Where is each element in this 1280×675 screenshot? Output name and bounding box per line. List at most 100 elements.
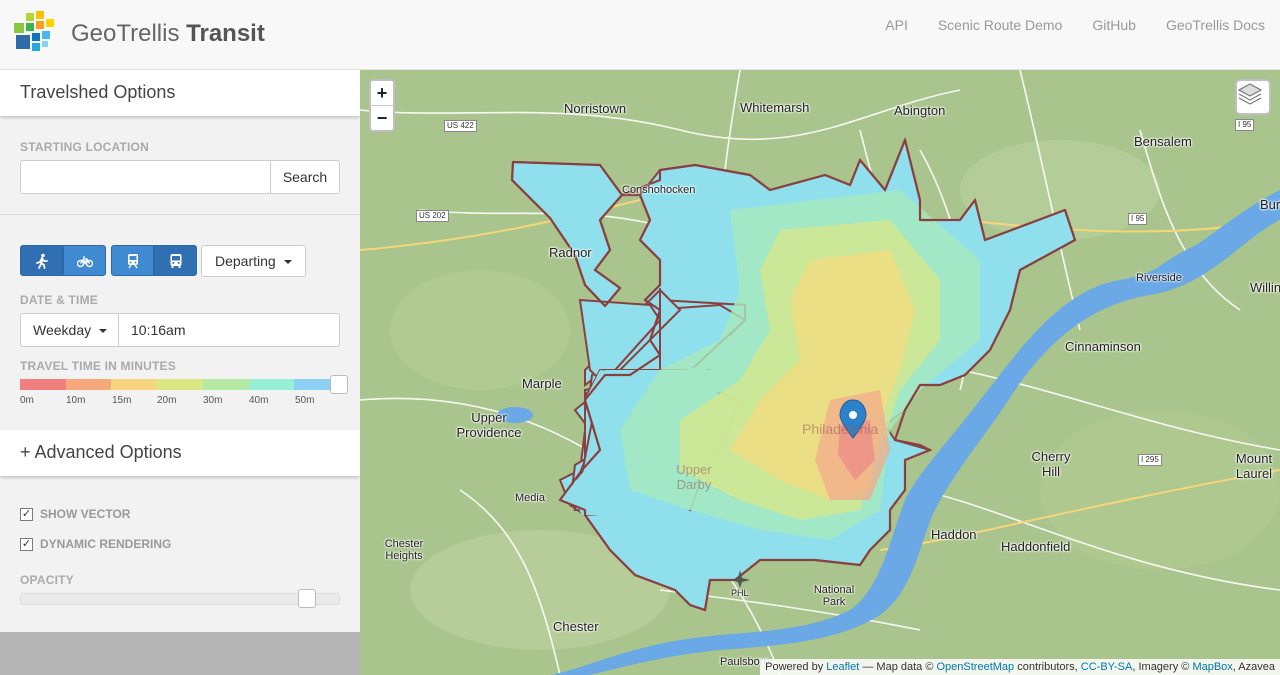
opacity-slider-handle[interactable] xyxy=(298,589,316,608)
brand-name-light: GeoTrellis xyxy=(71,20,180,47)
dynamic-rendering-label: DYNAMIC RENDERING xyxy=(40,537,172,551)
map-label-cherry-hill: Cherry Hill xyxy=(1031,449,1071,479)
travel-time-tick: 10m xyxy=(66,395,86,406)
attribution-mapdata: — Map data © xyxy=(859,661,937,673)
opacity-label: OPACITY xyxy=(20,573,74,587)
day-select-value: Weekday xyxy=(33,322,92,338)
highway-shield-us-422: US 422 xyxy=(444,120,477,132)
map-label-phl: PHL xyxy=(731,588,749,598)
starting-location-input[interactable] xyxy=(20,160,271,194)
map-label-upper-providence: Upper Providence xyxy=(456,410,522,440)
brand-name-bold: Transit xyxy=(186,20,265,47)
highway-shield-us-202: US 202 xyxy=(416,210,449,222)
starting-location-label: STARTING LOCATION xyxy=(20,140,149,154)
map-label-philadelphia: Philadelphia xyxy=(802,421,879,437)
chevron-down-icon xyxy=(283,260,292,265)
dynamic-rendering-option[interactable]: ✓ DYNAMIC RENDERING xyxy=(20,537,171,551)
nav-link-geotrellis-docs[interactable]: GeoTrellis Docs xyxy=(1166,17,1265,33)
travel-time-label: TRAVEL TIME IN MINUTES xyxy=(20,359,176,373)
search-button[interactable]: Search xyxy=(270,160,340,194)
bus-icon xyxy=(170,253,181,268)
zoom-control: + − xyxy=(369,79,395,132)
date-time-label: DATE & TIME xyxy=(20,293,98,307)
attribution-prefix: Powered by xyxy=(765,661,827,673)
active-mode-toggle-group xyxy=(20,245,106,276)
map-label-whitemarsh: Whitemarsh xyxy=(740,100,810,115)
train-mode-button[interactable] xyxy=(111,245,154,276)
travel-time-tick: 50m xyxy=(295,395,315,406)
map-label-bensalem: Bensalem xyxy=(1134,134,1192,149)
license-link[interactable]: CC-BY-SA xyxy=(1081,661,1133,673)
transit-mode-toggle-group xyxy=(111,245,197,276)
geotrellis-logo[interactable] xyxy=(14,11,58,55)
map-label-norristown: Norristown xyxy=(564,101,627,116)
leaflet-link[interactable]: Leaflet xyxy=(826,661,859,673)
map-label-chester: Chester xyxy=(553,619,599,634)
travel-time-color-swatch xyxy=(157,379,203,390)
sidebar-footer xyxy=(0,632,360,675)
nav-link-api[interactable]: API xyxy=(885,17,908,33)
top-nav: API Scenic Route Demo GitHub GeoTrellis … xyxy=(885,0,1280,50)
map-label-willin: Willin xyxy=(1250,280,1280,295)
zoom-out-button[interactable]: − xyxy=(371,106,393,131)
departing-dropdown-label: Departing xyxy=(215,253,276,269)
advanced-options-toggle[interactable]: + Advanced Options xyxy=(0,430,360,476)
map-label-haddonfield: Haddonfield xyxy=(1001,539,1071,554)
travel-time-tick: 15m xyxy=(112,395,132,406)
travel-time-tick: 30m xyxy=(203,395,223,406)
travel-time-slider-handle[interactable] xyxy=(330,375,348,394)
map-label-abington: Abington xyxy=(894,103,946,118)
date-time-input-group: Weekday 10:16am xyxy=(20,313,340,347)
map-label-chester-heights: Chester Heights xyxy=(384,538,424,562)
map-label-national-park: National Park xyxy=(813,584,855,608)
travel-time-tick: 40m xyxy=(249,395,269,406)
dynamic-rendering-checkbox[interactable]: ✓ xyxy=(20,537,33,551)
highway-shield-i-95: I 95 xyxy=(1235,119,1255,131)
nav-link-scenic-route-demo[interactable]: Scenic Route Demo xyxy=(938,17,1063,33)
travel-time-color-swatch xyxy=(20,379,66,390)
osm-link[interactable]: OpenStreetMap xyxy=(937,661,1015,673)
map-label-upper-darby: Upper Darby xyxy=(676,462,712,492)
travel-time-color-ramp[interactable] xyxy=(20,379,341,390)
map-label-conshohocken: Conshohocken xyxy=(622,184,696,196)
chevron-down-icon xyxy=(99,329,108,334)
show-vector-label: SHOW VECTOR xyxy=(40,507,131,521)
opacity-slider-track[interactable] xyxy=(20,593,340,605)
day-select[interactable]: Weekday xyxy=(21,314,119,346)
bus-mode-button[interactable] xyxy=(154,245,197,276)
attribution-imagery: , Imagery © xyxy=(1132,661,1193,673)
attribution-contributors: contributors, xyxy=(1014,661,1081,673)
bike-mode-button[interactable] xyxy=(63,245,106,276)
map-label-media: Media xyxy=(515,492,545,504)
train-icon xyxy=(127,253,138,268)
travel-time-color-swatch xyxy=(248,379,295,390)
travel-time-color-swatch xyxy=(111,379,158,390)
show-vector-checkbox[interactable]: ✓ xyxy=(20,507,33,521)
mapbox-link[interactable]: MapBox xyxy=(1192,661,1232,673)
travel-time-tick: 0m xyxy=(20,395,34,406)
travel-time-tick: 20m xyxy=(157,395,177,406)
travel-time-color-swatch xyxy=(202,379,249,390)
walk-mode-button[interactable] xyxy=(20,245,63,276)
map-label-burl: Burl xyxy=(1260,197,1280,212)
departing-dropdown[interactable]: Departing xyxy=(201,245,306,277)
sidebar: Travelshed Options STARTING LOCATION Sea… xyxy=(0,70,360,675)
map-label-cinnaminson: Cinnaminson xyxy=(1065,339,1141,354)
layers-icon xyxy=(1237,83,1263,105)
map-label-radnor: Radnor xyxy=(549,245,592,260)
nav-link-github[interactable]: GitHub xyxy=(1092,17,1136,33)
map[interactable]: Norristown Whitemarsh Abington Bensalem … xyxy=(360,70,1280,675)
travel-time-color-swatch xyxy=(65,379,112,390)
highway-shield-i-95: I 95 xyxy=(1128,213,1148,225)
attribution-azavea: , Azavea xyxy=(1232,661,1275,673)
map-attribution: Powered by Leaflet — Map data © OpenStre… xyxy=(760,659,1280,675)
travelshed-options-heading: Travelshed Options xyxy=(0,70,360,116)
brand-title[interactable]: GeoTrellis Transit xyxy=(71,20,265,48)
show-vector-option[interactable]: ✓ SHOW VECTOR xyxy=(20,507,130,521)
time-input[interactable]: 10:16am xyxy=(131,322,185,338)
highway-shield-i-295: I 295 xyxy=(1138,454,1162,466)
layers-control-button[interactable] xyxy=(1235,79,1271,115)
map-label-haddon: Haddon xyxy=(931,527,977,542)
sidebar-divider xyxy=(0,214,360,215)
zoom-in-button[interactable]: + xyxy=(371,81,393,106)
